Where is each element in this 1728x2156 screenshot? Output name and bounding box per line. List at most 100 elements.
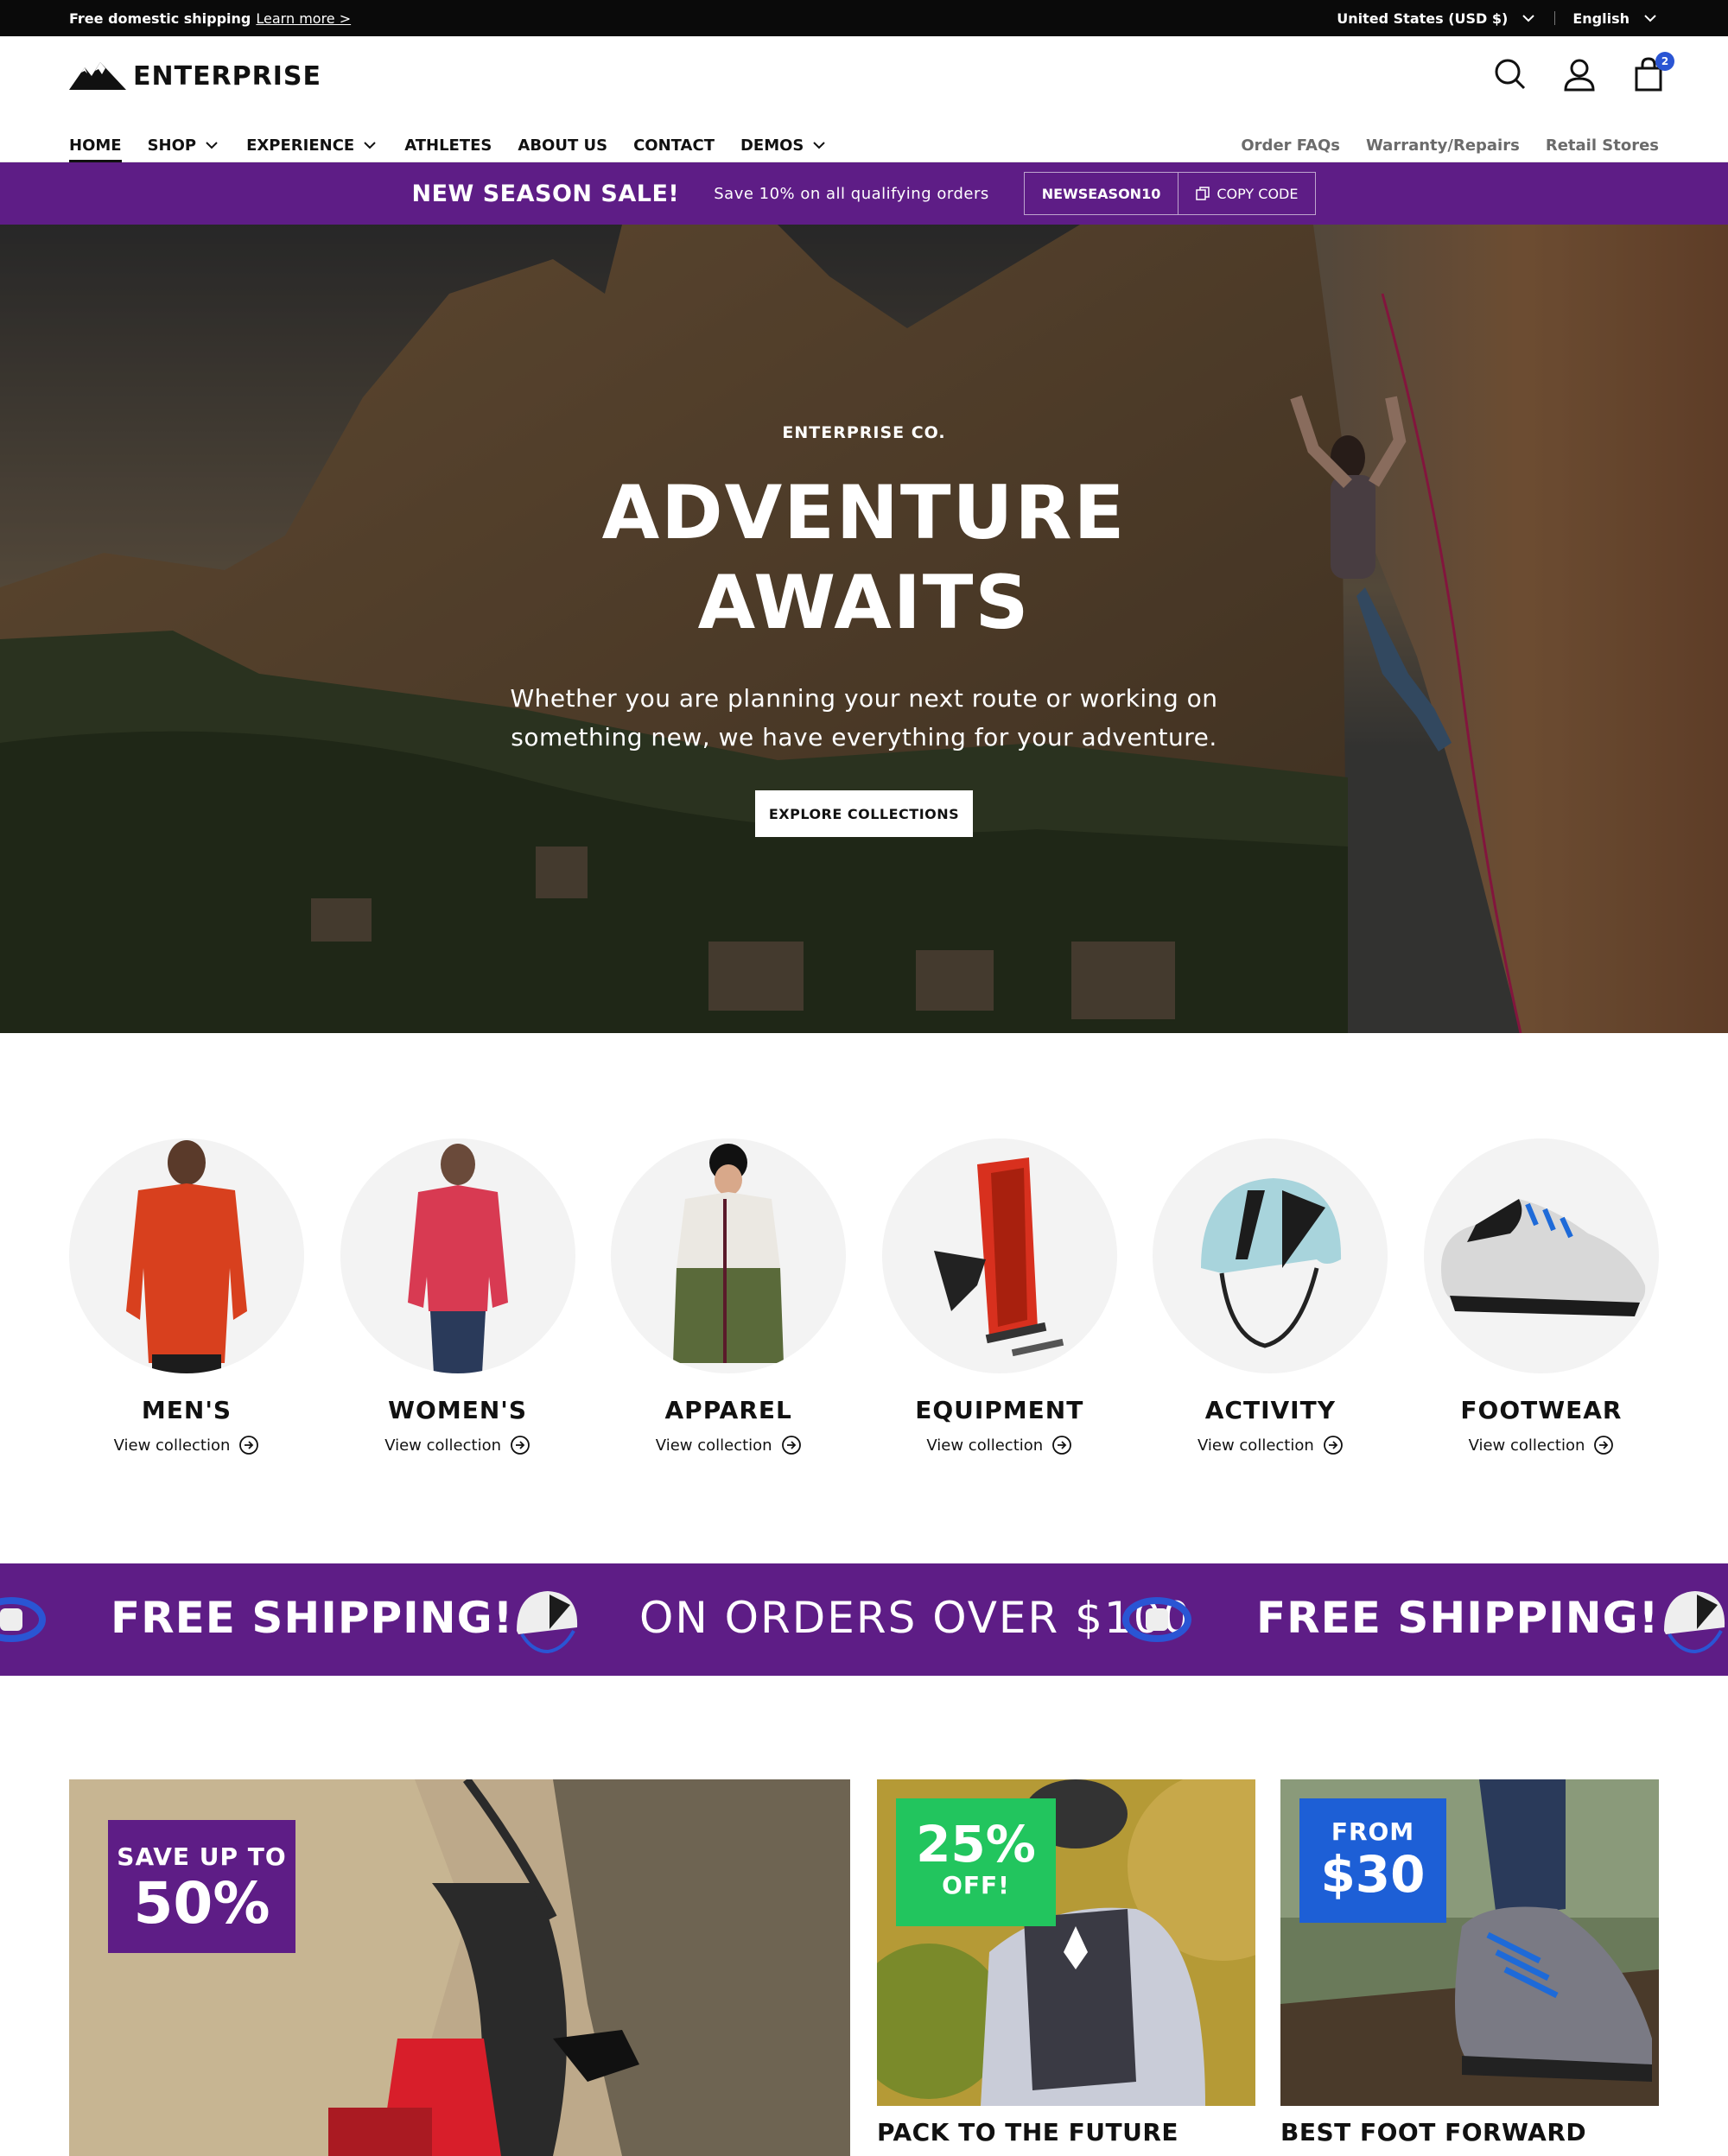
badge-line2: $30	[1320, 1845, 1426, 1904]
mountain-logo-icon	[69, 62, 126, 90]
category-name: ACTIVITY	[1204, 1396, 1336, 1424]
nav-experience[interactable]: EXPERIENCE	[246, 130, 378, 161]
chevron-down-icon[interactable]	[1520, 10, 1537, 27]
promo-message: Save 10% on all qualifying orders	[714, 184, 989, 203]
sale-badge: SAVE UP TO 50%	[108, 1820, 295, 1953]
pack-to-the-future-title[interactable]: PACK TO THE FUTURE	[877, 2118, 1178, 2146]
nav-demos[interactable]: DEMOS	[740, 130, 828, 161]
best-foot-forward-title[interactable]: BEST FOOT FORWARD	[1280, 2118, 1586, 2146]
promo-code-box: NEWSEASON10 COPY CODE	[1023, 172, 1317, 215]
hero-kicker: ENTERPRISE CO.	[782, 423, 946, 442]
category-equipment[interactable]: EQUIPMENT View collection	[881, 1138, 1117, 1455]
category-name: MEN'S	[141, 1396, 232, 1424]
copy-icon	[1196, 187, 1210, 200]
logo-text: ENTERPRISE	[133, 60, 322, 92]
promo-card-sale[interactable]: SAVE UP TO 50%	[69, 1779, 850, 2156]
category-activity[interactable]: ACTIVITY View collection	[1153, 1138, 1388, 1455]
learn-more-link[interactable]: Learn more >	[256, 10, 351, 27]
promo-card-packs[interactable]: 25% OFF!	[877, 1779, 1255, 2106]
chevron-down-icon	[813, 142, 826, 149]
category-apparel[interactable]: APPAREL View collection	[611, 1138, 847, 1455]
category-image[interactable]	[1153, 1138, 1388, 1373]
category-image[interactable]	[69, 1138, 304, 1373]
nav-shop[interactable]: SHOP	[148, 130, 221, 161]
copy-code-button[interactable]: COPY CODE	[1178, 173, 1315, 214]
orders-over-text: ON ORDERS OVER $100	[639, 1593, 1192, 1643]
category-image[interactable]	[611, 1138, 847, 1373]
free-shipping-text: FREE SHIPPING!	[1256, 1593, 1660, 1643]
divider	[1554, 11, 1556, 25]
nav-label: HOME	[69, 136, 122, 155]
category-name: WOMEN'S	[388, 1396, 528, 1424]
badge-line2: OFF!	[942, 1871, 1010, 1899]
badge-line1: SAVE UP TO	[117, 1842, 287, 1871]
site-header: ENTERPRISE 2 HOME SHOP EXPERIENCE ATHLET…	[0, 36, 1728, 162]
chevron-down-icon	[206, 142, 218, 149]
category-mens[interactable]: MEN'S View collection	[69, 1138, 304, 1455]
promo-card-footwear[interactable]: FROM $30	[1280, 1779, 1659, 2106]
shoe-image	[1440, 1199, 1646, 1316]
nav-home[interactable]: HOME	[69, 130, 122, 162]
category-footwear[interactable]: FOOTWEAR View collection	[1423, 1138, 1659, 1455]
main-nav: HOME SHOP EXPERIENCE ATHLETES ABOUT US C…	[69, 130, 828, 162]
hero-title-line1: ADVENTURE	[601, 470, 1127, 556]
nav-about-us[interactable]: ABOUT US	[518, 130, 607, 161]
logo[interactable]: ENTERPRISE	[69, 60, 321, 92]
view-collection-link[interactable]: View collection	[611, 1435, 846, 1455]
view-collection-link[interactable]: View collection	[1153, 1435, 1388, 1455]
view-collection-label: View collection	[1197, 1436, 1314, 1455]
arrow-right-circle-icon	[511, 1436, 530, 1455]
view-collection-link[interactable]: View collection	[882, 1435, 1117, 1455]
shipping-text: Free domestic shipping	[69, 10, 251, 27]
category-name: APPAREL	[664, 1396, 792, 1424]
language-selector[interactable]: English	[1572, 10, 1630, 27]
account-icon[interactable]	[1560, 55, 1598, 93]
warranty-repairs-link[interactable]: Warranty/Repairs	[1366, 136, 1520, 155]
view-collection-label: View collection	[655, 1436, 772, 1455]
hero-title: ADVENTURE AWAITS	[0, 468, 1728, 648]
helmet-icon	[517, 1591, 578, 1654]
currency-selector[interactable]: United States (USD $)	[1337, 10, 1508, 27]
view-collection-link[interactable]: View collection	[69, 1435, 304, 1455]
headlamp-icon	[0, 1597, 46, 1642]
secondary-nav: Order FAQs Warranty/Repairs Retail Store…	[1241, 130, 1659, 161]
nav-label: EXPERIENCE	[246, 136, 355, 155]
category-womens[interactable]: WOMEN'S View collection	[340, 1138, 575, 1455]
badge-line1: FROM	[1331, 1817, 1415, 1846]
arrow-right-circle-icon	[1594, 1436, 1614, 1455]
view-collection-label: View collection	[926, 1436, 1044, 1455]
view-collection-link[interactable]: View collection	[340, 1435, 575, 1455]
category-image[interactable]	[340, 1138, 575, 1373]
arrow-right-circle-icon	[781, 1436, 801, 1455]
promo-title: NEW SEASON SALE!	[411, 180, 680, 207]
nav-contact[interactable]: CONTACT	[633, 130, 715, 161]
nav-label: SHOP	[147, 136, 197, 155]
hero-title-line2: AWAITS	[697, 560, 1031, 646]
category-image[interactable]	[1423, 1138, 1659, 1373]
apparel-image	[673, 1144, 785, 1363]
explore-collections-button[interactable]: EXPLORE COLLECTIONS	[755, 790, 973, 837]
category-name: EQUIPMENT	[915, 1396, 1084, 1424]
promo-code: NEWSEASON10	[1025, 173, 1179, 214]
nav-athletes[interactable]: ATHLETES	[404, 130, 492, 161]
helmet-image	[1201, 1178, 1342, 1348]
view-collection-label: View collection	[1468, 1436, 1585, 1455]
nav-label: CONTACT	[633, 136, 715, 155]
womens-jacket-image	[407, 1144, 508, 1373]
view-collection-link[interactable]: View collection	[1424, 1435, 1659, 1455]
chevron-down-icon	[364, 142, 376, 149]
chevron-down-icon[interactable]	[1642, 10, 1659, 27]
retail-stores-link[interactable]: Retail Stores	[1546, 136, 1659, 155]
arrow-right-circle-icon	[239, 1436, 259, 1455]
nav-label: ABOUT US	[518, 136, 608, 155]
view-collection-label: View collection	[113, 1436, 231, 1455]
helmet-icon	[1664, 1591, 1725, 1654]
nav-label: ATHLETES	[404, 136, 492, 155]
order-faqs-link[interactable]: Order FAQs	[1241, 136, 1340, 155]
search-icon[interactable]	[1491, 55, 1529, 93]
badge-line2: 50%	[133, 1870, 270, 1937]
category-image[interactable]	[881, 1138, 1117, 1373]
price-badge: FROM $30	[1299, 1798, 1446, 1923]
cart-button[interactable]: 2	[1630, 52, 1674, 93]
hero-subtitle: Whether you are planning your next route…	[510, 684, 1218, 751]
